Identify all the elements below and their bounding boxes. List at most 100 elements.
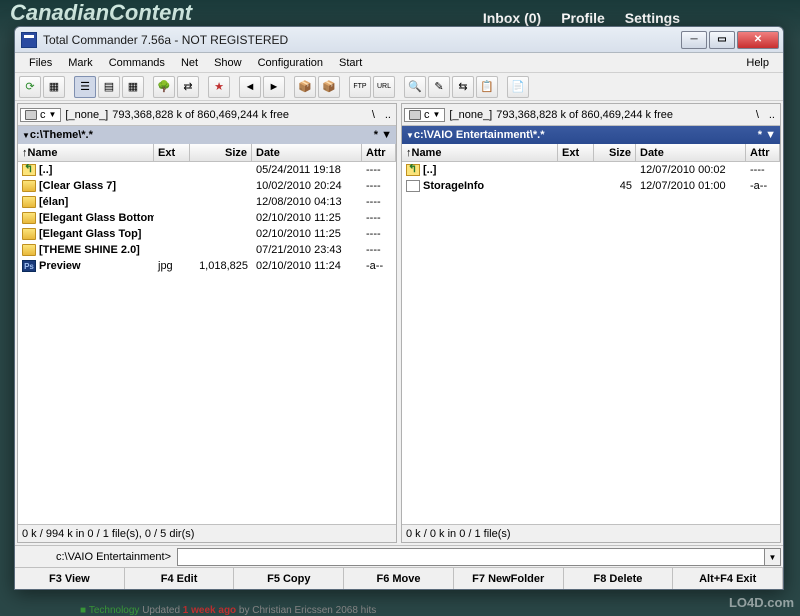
site-logo: CanadianContent	[10, 0, 192, 26]
watermark: LO4D.com	[729, 595, 794, 610]
file-row[interactable]: [THEME SHINE 2.0]07/21/2010 23:43----	[18, 242, 396, 258]
file-row[interactable]: [..]12/07/2010 00:02----	[402, 162, 780, 178]
file-row[interactable]: StorageInfo4512/07/2010 01:00-a--	[402, 178, 780, 194]
left-drive-select[interactable]: c ▼	[20, 108, 61, 122]
tree-icon[interactable]: 🌳	[153, 76, 175, 98]
function-key-bar: F3 View F4 Edit F5 Copy F6 Move F7 NewFo…	[15, 567, 783, 589]
menu-help[interactable]: Help	[738, 55, 777, 71]
right-root-button[interactable]: \	[753, 109, 762, 121]
menu-mark[interactable]: Mark	[60, 55, 100, 71]
close-button[interactable]: ✕	[737, 31, 779, 49]
menu-start[interactable]: Start	[331, 55, 370, 71]
right-path[interactable]: ▼c:\VAIO Entertainment\*.** ▼	[402, 126, 780, 144]
left-drivebar: c ▼ [_none_] 793,368,828 k of 860,469,24…	[18, 104, 396, 126]
grid-icon[interactable]: ▦	[43, 76, 65, 98]
right-file-list[interactable]: [..]12/07/2010 00:02----StorageInfo4512/…	[402, 162, 780, 524]
app-icon	[21, 32, 37, 48]
nav-profile[interactable]: Profile	[561, 10, 605, 26]
right-free-space: 793,368,828 k of 860,469,244 k free	[496, 109, 673, 121]
col-date[interactable]: Date	[636, 144, 746, 161]
menubar: Files Mark Commands Net Show Configurati…	[15, 53, 783, 73]
col-ext[interactable]: Ext	[154, 144, 190, 161]
right-panel: c ▼ [_none_] 793,368,828 k of 860,469,24…	[401, 103, 781, 543]
cmdline-prompt: c:\VAIO Entertainment>	[17, 551, 177, 563]
back-icon[interactable]: ◄	[239, 76, 261, 98]
right-volume: [_none_]	[449, 109, 492, 121]
titlebar[interactable]: Total Commander 7.56a - NOT REGISTERED ─…	[15, 27, 783, 53]
menu-show[interactable]: Show	[206, 55, 250, 71]
f4-edit-button[interactable]: F4 Edit	[125, 568, 235, 589]
view-brief-icon[interactable]: ☰	[74, 76, 96, 98]
right-parent-button[interactable]: ..	[766, 109, 778, 121]
cmdline-input[interactable]	[177, 548, 765, 566]
unpack-icon[interactable]: 📦	[318, 76, 340, 98]
menu-files[interactable]: Files	[21, 55, 60, 71]
ps-icon: Ps	[22, 260, 36, 272]
multirename-icon[interactable]: ✎	[428, 76, 450, 98]
left-file-list[interactable]: [..]05/24/2011 19:18----[Clear Glass 7]1…	[18, 162, 396, 524]
col-date[interactable]: Date	[252, 144, 362, 161]
up-icon	[406, 164, 420, 176]
toolbar: ⟳ ▦ ☰ ▤ ▦ 🌳 ⇄ ★ ◄ ► 📦 📦 FTP URL 🔍 ✎ ⇆ 📋 …	[15, 73, 783, 101]
col-attr[interactable]: Attr	[362, 144, 396, 161]
left-column-headers: ↑Name Ext Size Date Attr	[18, 144, 396, 162]
swap-icon[interactable]: ⇄	[177, 76, 199, 98]
folder-icon	[22, 244, 36, 256]
menu-net[interactable]: Net	[173, 55, 206, 71]
favorites-icon[interactable]: ★	[208, 76, 230, 98]
menu-configuration[interactable]: Configuration	[250, 55, 331, 71]
copy-names-icon[interactable]: 📋	[476, 76, 498, 98]
col-name[interactable]: ↑Name	[18, 144, 154, 161]
file-icon	[406, 180, 420, 192]
left-free-space: 793,368,828 k of 860,469,244 k free	[112, 109, 289, 121]
nav-inbox[interactable]: Inbox (0)	[483, 10, 541, 26]
nav-settings[interactable]: Settings	[625, 10, 680, 26]
right-status: 0 k / 0 k in 0 / 1 file(s)	[402, 524, 780, 542]
col-size[interactable]: Size	[594, 144, 636, 161]
minimize-button[interactable]: ─	[681, 31, 707, 49]
col-attr[interactable]: Attr	[746, 144, 780, 161]
col-name[interactable]: ↑Name	[402, 144, 558, 161]
folder-icon	[22, 180, 36, 192]
sync-icon[interactable]: ⇆	[452, 76, 474, 98]
left-volume: [_none_]	[65, 109, 108, 121]
left-parent-button[interactable]: ..	[382, 109, 394, 121]
window-title: Total Commander 7.56a - NOT REGISTERED	[43, 33, 681, 47]
maximize-button[interactable]: ▭	[709, 31, 735, 49]
f5-copy-button[interactable]: F5 Copy	[234, 568, 344, 589]
col-size[interactable]: Size	[190, 144, 252, 161]
menu-commands[interactable]: Commands	[101, 55, 173, 71]
altf4-exit-button[interactable]: Alt+F4 Exit	[673, 568, 783, 589]
view-full-icon[interactable]: ▤	[98, 76, 120, 98]
folder-icon	[22, 228, 36, 240]
file-row[interactable]: [..]05/24/2011 19:18----	[18, 162, 396, 178]
f7-newfolder-button[interactable]: F7 NewFolder	[454, 568, 564, 589]
col-ext[interactable]: Ext	[558, 144, 594, 161]
file-row[interactable]: [Elegant Glass Top]02/10/2010 11:25----	[18, 226, 396, 242]
f8-delete-button[interactable]: F8 Delete	[564, 568, 674, 589]
search-icon[interactable]: 🔍	[404, 76, 426, 98]
file-row[interactable]: [Clear Glass 7]10/02/2010 20:24----	[18, 178, 396, 194]
f6-move-button[interactable]: F6 Move	[344, 568, 454, 589]
cmdline-history-button[interactable]: ▼	[765, 548, 781, 566]
file-row[interactable]: [Elegant Glass Bottom]02/10/2010 11:25--…	[18, 210, 396, 226]
left-panel: c ▼ [_none_] 793,368,828 k of 860,469,24…	[17, 103, 397, 543]
refresh-icon[interactable]: ⟳	[19, 76, 41, 98]
forward-icon[interactable]: ►	[263, 76, 285, 98]
url-icon[interactable]: URL	[373, 76, 395, 98]
notepad-icon[interactable]: 📄	[507, 76, 529, 98]
file-row[interactable]: [élan]12/08/2010 04:13----	[18, 194, 396, 210]
command-line: c:\VAIO Entertainment> ▼	[15, 545, 783, 567]
left-root-button[interactable]: \	[369, 109, 378, 121]
folder-icon	[22, 196, 36, 208]
left-path[interactable]: ▼c:\Theme\*.** ▼	[18, 126, 396, 144]
view-thumbs-icon[interactable]: ▦	[122, 76, 144, 98]
file-row[interactable]: PsPreviewjpg1,018,82502/10/2010 11:24-a-…	[18, 258, 396, 274]
page-footer: ■ Technology Updated 1 week ago by Chris…	[80, 605, 376, 616]
pack-icon[interactable]: 📦	[294, 76, 316, 98]
ftp-icon[interactable]: FTP	[349, 76, 371, 98]
app-window: Total Commander 7.56a - NOT REGISTERED ─…	[14, 26, 784, 590]
f3-view-button[interactable]: F3 View	[15, 568, 125, 589]
right-column-headers: ↑Name Ext Size Date Attr	[402, 144, 780, 162]
right-drive-select[interactable]: c ▼	[404, 108, 445, 122]
